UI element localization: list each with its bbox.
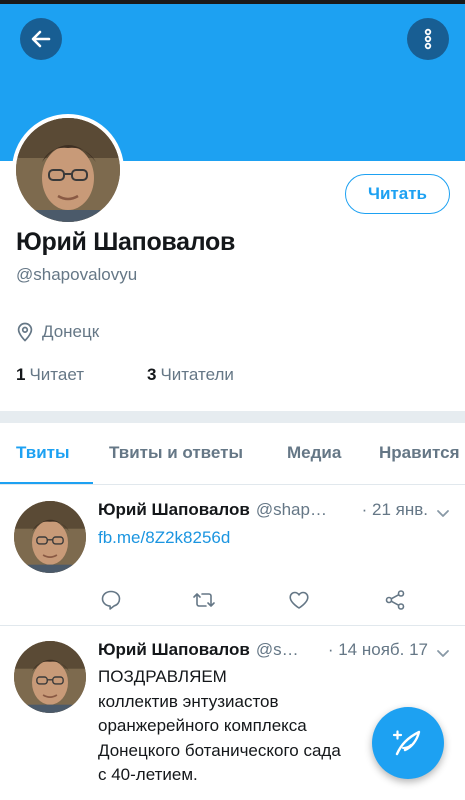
tweet-author-handle: @s… xyxy=(255,640,299,659)
profile-avatar[interactable] xyxy=(12,114,124,226)
chevron-down-icon xyxy=(437,650,449,657)
followers-label: Читатели xyxy=(160,365,234,384)
person-photo-icon xyxy=(14,641,86,713)
retweet-icon[interactable] xyxy=(192,588,216,612)
section-divider xyxy=(0,411,465,423)
profile-handle: @shapovalovyu xyxy=(16,265,138,284)
profile-location: Донецк xyxy=(16,322,99,342)
follow-button[interactable]: Читать xyxy=(345,174,450,214)
tweet-text-line: коллектив энтузиастов xyxy=(98,691,279,711)
tab-media[interactable]: Медиа xyxy=(287,443,341,463)
tweet-author-name: Юрий Шаповалов xyxy=(98,500,250,519)
back-button[interactable] xyxy=(20,18,62,60)
tweet-author-handle: @shap… xyxy=(255,500,327,519)
vertical-dots-icon xyxy=(424,28,432,50)
following-label: Читает xyxy=(29,365,85,384)
tab-tweets[interactable]: Твиты xyxy=(16,443,69,463)
profile-tabs: Твиты Твиты и ответы Медиа Нравится xyxy=(0,423,465,485)
more-options-button[interactable] xyxy=(407,18,449,60)
tweet-actions xyxy=(0,588,465,612)
following-stat[interactable]: 1 Читает xyxy=(16,365,84,385)
tweet-menu-button[interactable] xyxy=(432,642,454,664)
tweet-body: fb.me/8Z2k8256d xyxy=(98,526,438,551)
tweet-header: Юрий Шаповалов @s… · 14 нояб. 17 xyxy=(98,640,428,660)
followers-stat[interactable]: 3 Читатели xyxy=(147,365,234,385)
tweet-header: Юрий Шаповалов @shap… · 21 янв. xyxy=(98,500,428,520)
tweet-menu-button[interactable] xyxy=(432,502,454,524)
chevron-down-icon xyxy=(437,510,449,517)
tweet-link[interactable]: fb.me/8Z2k8256d xyxy=(98,528,230,547)
tweet-author-name: Юрий Шаповалов xyxy=(98,640,250,659)
location-text: Донецк xyxy=(42,322,100,341)
tab-tweets-and-replies[interactable]: Твиты и ответы xyxy=(109,443,243,463)
tab-likes[interactable]: Нравится xyxy=(379,443,460,463)
like-icon[interactable] xyxy=(287,588,311,612)
profile-name: Юрий Шаповалов xyxy=(16,228,236,256)
compose-tweet-button[interactable] xyxy=(372,707,444,779)
share-icon[interactable] xyxy=(383,588,407,612)
reply-icon[interactable] xyxy=(99,588,123,612)
tweet-avatar[interactable] xyxy=(14,641,86,713)
compose-feather-icon xyxy=(392,730,421,756)
person-photo-icon xyxy=(16,118,120,222)
arrow-left-icon xyxy=(31,30,51,48)
person-photo-icon xyxy=(14,501,86,573)
following-count: 1 xyxy=(16,365,26,384)
tweet-avatar[interactable] xyxy=(14,501,86,573)
location-pin-icon xyxy=(17,322,33,342)
followers-count: 3 xyxy=(147,365,157,384)
tweet-text-line: ПОЗДРАВЛЯЕМ xyxy=(98,667,227,686)
tweet-date: · 21 янв. xyxy=(361,500,428,519)
active-tab-indicator xyxy=(0,482,93,484)
tweet-date: · 14 нояб. 17 xyxy=(327,640,428,659)
